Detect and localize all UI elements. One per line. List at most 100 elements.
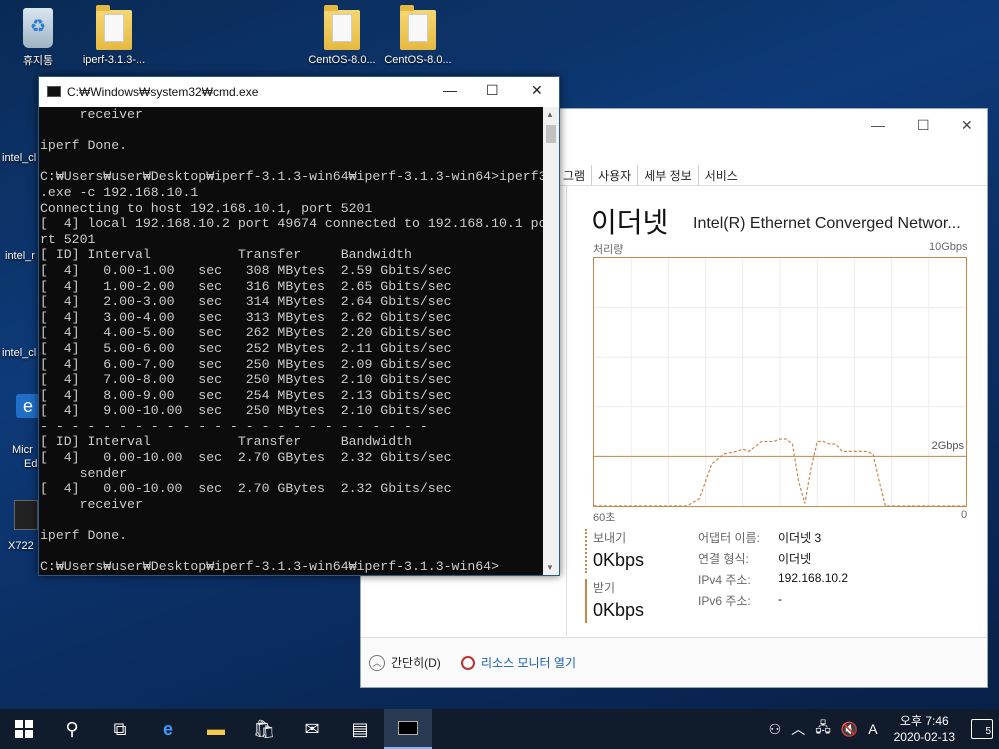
- start-button[interactable]: [0, 709, 48, 749]
- info-key: IPv4 주소:: [698, 573, 751, 587]
- console-line: [ 4] 9.00-10.00 sec 250 MBytes 2.10 Gbit…: [40, 403, 452, 419]
- info-key: 연결 형식:: [698, 552, 749, 566]
- desktop-icon-iperf-folder[interactable]: iperf-3.1.3-...: [76, 5, 152, 66]
- console-line: [ 4] local 192.168.10.2 port 49674 conne…: [40, 216, 543, 232]
- desktop-icon-partial[interactable]: Micr: [12, 444, 33, 456]
- minimize-icon[interactable]: —: [871, 117, 885, 133]
- tab-details[interactable]: 세부 정보: [637, 165, 698, 186]
- tab-programs[interactable]: 그램: [557, 165, 591, 186]
- desktop-icon-recycle-bin[interactable]: 휴지통: [0, 8, 76, 68]
- throughput-chart: [594, 258, 966, 507]
- clock[interactable]: 오후 7:46 2020-02-13: [894, 713, 955, 745]
- minimize-icon[interactable]: —: [443, 82, 457, 98]
- desktop-icon-partial[interactable]: intel_cl: [2, 152, 36, 164]
- resource-monitor-icon: [461, 655, 475, 670]
- console-line: [ 4] 3.00-4.00 sec 313 MBytes 2.62 Gbits…: [40, 309, 452, 325]
- clock-time: 오후 7:46: [899, 714, 949, 728]
- console-line: receiver: [40, 107, 143, 122]
- maximize-icon[interactable]: ☐: [486, 82, 499, 99]
- send-stat[interactable]: 보내기 0Kbps: [585, 529, 644, 573]
- recycle-bin-icon: [23, 8, 53, 48]
- chevron-up-icon[interactable]: ︿: [791, 719, 805, 739]
- folder-icon: ▬: [207, 718, 225, 739]
- chevron-up-icon: ︿: [369, 654, 385, 671]
- edge-taskbar-button[interactable]: e: [144, 709, 192, 749]
- console-icon: [47, 86, 61, 97]
- task-manager-icon: ▤: [351, 718, 369, 739]
- network-icon[interactable]: 🖧: [815, 717, 831, 741]
- task-manager-taskbar-button[interactable]: ▤: [336, 709, 384, 749]
- file-explorer-button[interactable]: ▬: [192, 709, 240, 749]
- console-line: [ 4] 0.00-10.00 sec 2.70 GBytes 2.32 Gbi…: [40, 450, 452, 466]
- task-view-icon: ⧉: [113, 718, 127, 739]
- taskbar: ⚲ ⧉ e ▬ 🛍 ✉ ▤ ⚇ ︿ 🖧 🔇 A 오후 7:46 2020-02-…: [0, 709, 999, 749]
- desktop-icon-label: CentOS-8.0...: [384, 54, 452, 66]
- console-line: [ 4] 8.00-9.00 sec 254 MBytes 2.13 Gbits…: [40, 387, 452, 403]
- adapter-name: Intel(R) Ethernet Converged Networ...: [693, 215, 961, 232]
- desktop-icon-partial[interactable]: intel_r: [5, 250, 35, 262]
- windows-icon: [15, 720, 33, 738]
- console-line: rt 5201: [40, 231, 96, 247]
- x-axis-right-label: 0: [961, 509, 968, 521]
- x-axis-left-label: 60초: [593, 512, 616, 524]
- desktop-icon-partial[interactable]: intel_cl: [2, 347, 36, 359]
- ime-indicator[interactable]: A: [868, 721, 877, 737]
- close-icon[interactable]: ✕: [961, 117, 973, 134]
- receive-indicator: [585, 579, 587, 623]
- console-line: [ 4] 6.00-7.00 sec 250 MBytes 2.09 Gbits…: [40, 356, 452, 372]
- console-line: [ 4] 0.00-10.00 sec 2.70 GBytes 2.32 Gbi…: [40, 481, 452, 497]
- footer: ︿ 간단히(D) 리소스 모니터 열기: [361, 637, 987, 687]
- open-resource-monitor-link[interactable]: 리소스 모니터 열기: [461, 654, 576, 671]
- tab-services[interactable]: 서비스: [697, 165, 744, 186]
- tab-users[interactable]: 사용자: [591, 165, 637, 186]
- desktop-icon-partial[interactable]: Ed: [24, 458, 37, 470]
- console-line: Connecting to host 192.168.10.1, port 52…: [40, 200, 373, 216]
- cmd-taskbar-button[interactable]: [384, 709, 432, 749]
- info-value: 이더넷: [778, 552, 812, 566]
- volume-muted-icon[interactable]: 🔇: [841, 721, 858, 738]
- scroll-up-icon[interactable]: ▲: [546, 110, 554, 119]
- scrollbar-thumb[interactable]: [546, 125, 556, 143]
- receive-stat[interactable]: 받기 0Kbps: [585, 579, 644, 623]
- console-icon: [398, 721, 418, 735]
- console-line: iperf Done.: [40, 528, 128, 544]
- console-line: [ 4] 1.00-2.00 sec 316 MBytes 2.65 Gbits…: [40, 278, 452, 294]
- throughput-label: 처리량: [593, 244, 624, 256]
- close-icon[interactable]: ✕: [531, 82, 543, 99]
- cmd-title-bar: C:₩Windows₩system32₩cmd.exe — ☐ ✕: [39, 77, 559, 107]
- edge-icon[interactable]: e: [16, 394, 40, 418]
- search-button[interactable]: ⚲: [48, 709, 96, 749]
- people-icon[interactable]: ⚇: [769, 721, 782, 738]
- desktop-icon-centos-2[interactable]: CentOS-8.0...: [380, 5, 456, 66]
- task-view-button[interactable]: ⧉: [96, 709, 144, 749]
- console-line: C:₩Users₩user₩Desktop₩iperf-3.1.3-win64₩…: [40, 559, 499, 575]
- mid-scale-label: 2Gbps: [931, 440, 964, 452]
- cmd-title: C:₩Windows₩system32₩cmd.exe: [67, 85, 259, 99]
- system-tray: ⚇ ︿ 🖧 🔇 A 오후 7:46 2020-02-13 5: [769, 709, 999, 749]
- store-icon: 🛍: [252, 718, 276, 739]
- maximize-icon[interactable]: ☐: [917, 117, 930, 134]
- tab-bar: 그램 사용자 세부 정보 서비스: [557, 165, 744, 186]
- console-line: .exe -c 192.168.10.1: [40, 184, 199, 200]
- fewer-details-button[interactable]: ︿ 간단히(D): [369, 654, 441, 671]
- folder-icon: [96, 5, 132, 50]
- scroll-down-icon[interactable]: ▼: [546, 563, 554, 572]
- console-line: [ 4] 5.00-6.00 sec 252 MBytes 2.11 Gbits…: [40, 340, 452, 356]
- sidebar-divider: [566, 186, 567, 636]
- mail-button[interactable]: ✉: [288, 709, 336, 749]
- notification-center-button[interactable]: 5: [971, 719, 993, 739]
- scrollbar[interactable]: ▲ ▼: [543, 107, 559, 575]
- console-line: [ 4] 7.00-8.00 sec 250 MBytes 2.10 Gbits…: [40, 372, 452, 388]
- search-icon: ⚲: [65, 718, 79, 739]
- console-line: receiver: [40, 496, 143, 512]
- console-output[interactable]: receiver iperf Done. C:₩Users₩user₩Deskt…: [39, 107, 543, 575]
- app-icon[interactable]: [14, 500, 38, 530]
- store-button[interactable]: 🛍: [240, 709, 288, 749]
- desktop-icon-partial[interactable]: X722: [8, 540, 34, 552]
- desktop-icon-centos-1[interactable]: CentOS-8.0...: [304, 5, 380, 66]
- notification-count: 5: [985, 726, 991, 737]
- send-label: 보내기: [593, 531, 627, 545]
- console-line: C:₩Users₩user₩Desktop₩iperf-3.1.3-win64₩…: [40, 169, 543, 185]
